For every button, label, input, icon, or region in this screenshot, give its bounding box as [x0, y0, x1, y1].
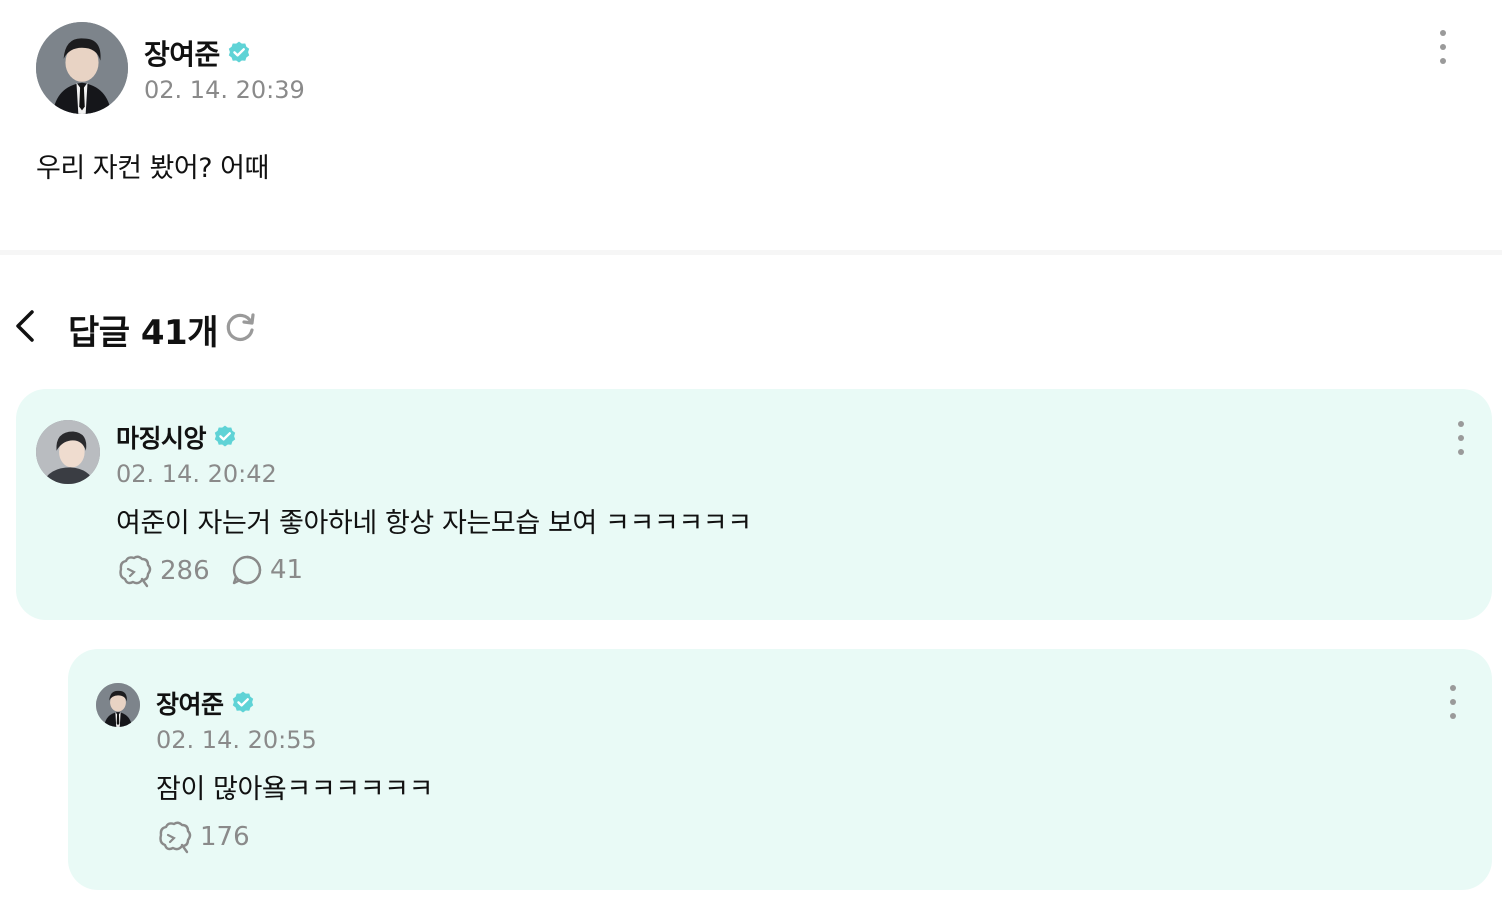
- replier-name[interactable]: 장여준: [156, 685, 224, 721]
- comment-text: 여준이 자는거 좋아하네 항상 자는모습 보여 ㅋㅋㅋㅋㅋㅋ: [116, 508, 752, 539]
- verified-badge-icon: [228, 41, 249, 63]
- reply-count: 41: [270, 555, 304, 585]
- reply-button[interactable]: 41: [230, 554, 303, 586]
- commenter-name[interactable]: 마징시앙: [116, 419, 207, 455]
- reply-card[interactable]: 장여준 02. 14. 20:55 잠이 많아욬ㅋㅋㅋㅋㅋㅋ 176: [68, 649, 1492, 890]
- replies-title: 답글 41개: [68, 313, 219, 353]
- commenter-avatar[interactable]: [36, 420, 100, 484]
- like-icon: [119, 555, 152, 588]
- author-name[interactable]: 장여준: [144, 33, 220, 73]
- post-time: 02. 14. 20:39: [144, 76, 305, 104]
- comment-bubble-icon: [232, 555, 262, 585]
- more-options-icon[interactable]: [1435, 30, 1451, 64]
- reply-text: 잠이 많아욬ㅋㅋㅋㅋㅋㅋ: [156, 774, 434, 805]
- like-count: 286: [160, 556, 210, 586]
- like-icon: [159, 821, 192, 854]
- like-button[interactable]: 176: [156, 820, 250, 854]
- post-text: 우리 자컨 봤어? 어때: [36, 153, 269, 184]
- more-options-icon[interactable]: [1445, 685, 1461, 719]
- more-options-icon[interactable]: [1453, 421, 1469, 455]
- divider: [0, 250, 1502, 255]
- refresh-icon[interactable]: [224, 310, 258, 344]
- replies-header: 답글 41개: [0, 298, 600, 358]
- like-count: 176: [200, 822, 250, 852]
- verified-badge-icon: [232, 691, 253, 713]
- verified-badge-icon: [214, 425, 236, 447]
- author-avatar[interactable]: [36, 22, 128, 114]
- main-post: 장여준 02. 14. 20:39 우리 자컨 봤어? 어때: [0, 0, 1502, 250]
- reply-time: 02. 14. 20:55: [156, 726, 317, 754]
- chevron-left-icon[interactable]: [8, 304, 42, 348]
- like-button[interactable]: 286: [116, 554, 210, 588]
- comment-time: 02. 14. 20:42: [116, 460, 277, 488]
- comment-card[interactable]: 마징시앙 02. 14. 20:42 여준이 자는거 좋아하네 항상 자는모습 …: [16, 389, 1492, 620]
- replier-avatar[interactable]: [96, 683, 140, 727]
